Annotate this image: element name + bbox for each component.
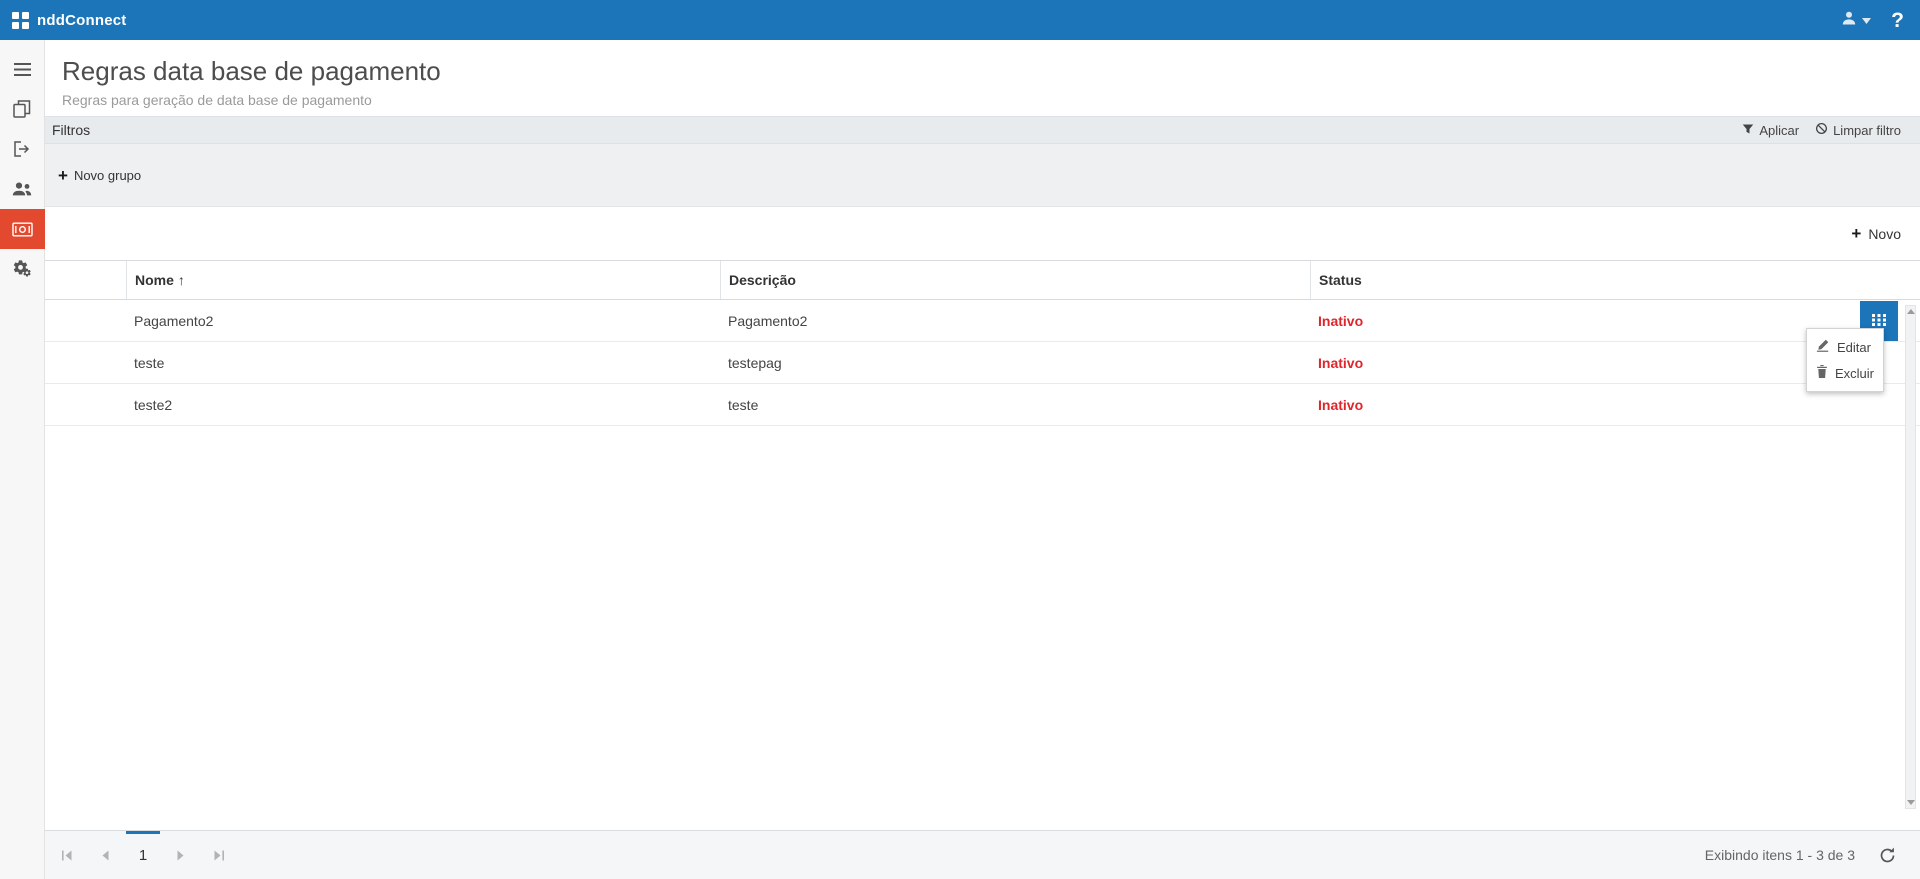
apply-filter-button[interactable]: Aplicar <box>1742 123 1799 138</box>
hamburger-menu-icon <box>14 63 31 76</box>
sidebar-item-payment-rules[interactable] <box>0 209 45 249</box>
filters-body: + Novo grupo <box>45 144 1920 207</box>
brand-name: nddConnect <box>37 12 127 29</box>
user-menu-button[interactable] <box>1841 10 1871 31</box>
documents-icon <box>13 100 31 118</box>
column-header-status[interactable]: Status <box>1310 261 1920 299</box>
scroll-down-arrow-icon[interactable] <box>1907 800 1915 805</box>
pager-info-text: Exibindo itens 1 - 3 de 3 <box>1705 847 1855 863</box>
new-group-label: Novo grupo <box>74 168 141 183</box>
user-icon <box>1841 10 1857 31</box>
status-badge: Inativo <box>1310 313 1920 329</box>
filters-bar: Filtros Aplicar Limpar filtro <box>45 116 1920 144</box>
cell-descricao: teste <box>720 397 1310 413</box>
new-button-label: Novo <box>1868 226 1901 242</box>
settings-gears-icon <box>12 260 32 278</box>
cell-descricao: Pagamento2 <box>720 313 1310 329</box>
plus-icon: + <box>1851 225 1861 242</box>
next-page-button[interactable] <box>162 831 200 879</box>
pager-right: Exibindo itens 1 - 3 de 3 <box>1705 847 1896 864</box>
edit-menu-label: Editar <box>1837 340 1871 355</box>
new-group-button[interactable]: + Novo grupo <box>58 167 141 184</box>
chevron-down-icon <box>1862 11 1871 29</box>
filters-title: Filtros <box>52 122 90 138</box>
payment-banknote-icon <box>12 222 33 237</box>
grid-vertical-scrollbar[interactable] <box>1905 305 1916 809</box>
pagination-bar: 1 Exibindo itens 1 - 3 de 3 <box>45 830 1920 879</box>
sidebar-item-documents[interactable] <box>0 89 44 129</box>
current-page-number: 1 <box>139 847 147 864</box>
app-logo[interactable]: nddConnect <box>12 12 127 29</box>
edit-menu-item[interactable]: Editar <box>1807 334 1883 360</box>
grid-dots-icon <box>1872 314 1886 329</box>
plus-icon: + <box>58 167 68 184</box>
table-row[interactable]: Pagamento2 Pagamento2 Inativo <box>45 300 1920 342</box>
users-icon <box>12 182 32 196</box>
page-header: Regras data base de pagamento Regras par… <box>45 40 1920 116</box>
topbar-right: ? <box>1841 10 1904 31</box>
sidebar <box>0 40 45 879</box>
filters-actions: Aplicar Limpar filtro <box>1742 122 1901 138</box>
column-header-empty <box>45 261 126 299</box>
clear-filter-label: Limpar filtro <box>1833 123 1901 138</box>
status-badge: Inativo <box>1310 397 1920 413</box>
funnel-icon <box>1742 123 1754 138</box>
pager-controls: 1 <box>48 831 238 879</box>
page-title: Regras data base de pagamento <box>62 56 1920 86</box>
previous-page-button[interactable] <box>86 831 124 879</box>
trash-icon <box>1816 365 1828 381</box>
clear-filter-button[interactable]: Limpar filtro <box>1815 122 1901 138</box>
cell-nome: Pagamento2 <box>126 313 720 329</box>
sort-ascending-icon: ↑ <box>178 272 185 288</box>
table-header: Nome ↑ Descrição Status <box>45 260 1920 300</box>
sidebar-item-export[interactable] <box>0 129 44 169</box>
sidebar-item-settings[interactable] <box>0 249 44 289</box>
refresh-button[interactable] <box>1879 847 1896 864</box>
help-button[interactable]: ? <box>1891 10 1904 31</box>
column-label-descricao: Descrição <box>729 272 796 288</box>
main-content: Regras data base de pagamento Regras par… <box>45 40 1920 879</box>
delete-menu-label: Excluir <box>1835 366 1874 381</box>
column-header-descricao[interactable]: Descrição <box>720 261 1310 299</box>
column-label-nome: Nome <box>135 272 174 288</box>
page-subtitle: Regras para geração de data base de paga… <box>62 92 1920 109</box>
sidebar-item-users[interactable] <box>0 169 44 209</box>
new-button[interactable]: + Novo <box>1851 225 1901 242</box>
topbar: nddConnect ? <box>0 0 1920 40</box>
column-header-nome[interactable]: Nome ↑ <box>126 261 720 299</box>
ndd-logo-icon <box>12 12 29 29</box>
cell-nome: teste2 <box>126 397 720 413</box>
column-label-status: Status <box>1319 272 1362 288</box>
row-context-menu: Editar Excluir <box>1806 328 1884 392</box>
cell-descricao: testepag <box>720 355 1310 371</box>
last-page-button[interactable] <box>200 831 238 879</box>
sidebar-menu-toggle[interactable] <box>0 49 44 89</box>
export-icon <box>13 141 31 157</box>
table-row[interactable]: teste testepag Inativo <box>45 342 1920 384</box>
table-row[interactable]: teste2 teste Inativo <box>45 384 1920 426</box>
edit-pencil-icon <box>1816 339 1830 355</box>
scroll-up-arrow-icon[interactable] <box>1907 309 1915 314</box>
cell-nome: teste <box>126 355 720 371</box>
delete-menu-item[interactable]: Excluir <box>1807 360 1883 386</box>
circle-slash-icon <box>1815 122 1828 138</box>
first-page-button[interactable] <box>48 831 86 879</box>
current-page-indicator <box>126 831 160 834</box>
apply-filter-label: Aplicar <box>1759 123 1799 138</box>
page-number-button[interactable]: 1 <box>124 831 162 879</box>
grid-toolbar: + Novo <box>45 207 1920 260</box>
